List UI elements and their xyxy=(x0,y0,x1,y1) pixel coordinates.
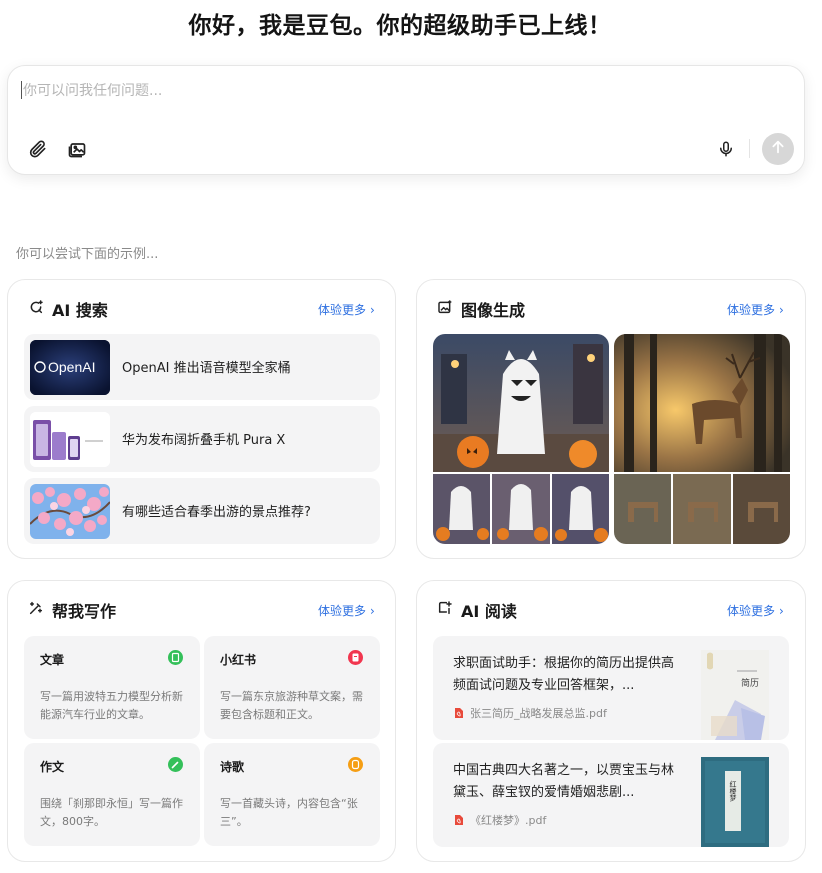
card-ai-search: AI 搜索 体验更多 › OpenAI OpenAI 推出语音模型全家桶 华为发… xyxy=(7,279,396,559)
writing-template-poem[interactable]: 诗歌 写一首藏头诗，内容包含“张三”。 xyxy=(204,743,380,846)
news-title: 有哪些适合春季出游的景点推荐? xyxy=(122,505,311,520)
ai-search-icon xyxy=(28,299,44,319)
list-item[interactable]: OpenAI OpenAI 推出语音模型全家桶 xyxy=(24,334,380,400)
writing-template-xiaohongshu[interactable]: 小红书 写一篇东京旅游种草文案，需要包含标题和正文。 xyxy=(204,636,380,739)
news-title: 华为发布阔折叠手机 Pura X xyxy=(122,433,286,448)
ghost-image-set[interactable] xyxy=(433,334,609,544)
card-header: AI 阅读 xyxy=(437,599,517,621)
card-ai-reading: AI 阅读 体验更多 › 求职面试助手：根据你的简历出提供高频面试问题及专业回答框… xyxy=(416,580,806,862)
card-title: AI 搜索 xyxy=(52,301,108,320)
resume-document-cover: 简历 xyxy=(701,650,769,740)
paperclip-icon[interactable] xyxy=(26,137,50,161)
more-link-label: 体验更多 xyxy=(727,604,776,618)
microphone-icon[interactable] xyxy=(714,137,738,161)
cherry-blossom-thumbnail xyxy=(30,484,110,539)
examples-label: 你可以尝试下面的示例... xyxy=(16,247,159,262)
image-upload-icon[interactable] xyxy=(65,137,89,161)
news-title: OpenAI 推出语音模型全家桶 xyxy=(122,361,291,376)
template-title: 作文 xyxy=(40,760,65,774)
more-link-writing[interactable]: 体验更多 › xyxy=(318,602,375,619)
card-header: 图像生成 xyxy=(437,298,525,320)
text-caret xyxy=(21,81,22,99)
template-title: 小红书 xyxy=(220,653,257,667)
chevron-right-icon: › xyxy=(370,302,375,317)
card-writing: 帮我写作 体验更多 › 文章 写一篇用波特五力模型分析新能源汽车行业的文章。 小红… xyxy=(7,580,396,862)
card-title: 帮我写作 xyxy=(52,602,117,621)
cover-text: 红楼梦 xyxy=(729,780,737,803)
more-link-image[interactable]: 体验更多 › xyxy=(727,301,784,318)
writing-icon xyxy=(28,600,44,620)
template-desc: 写一篇东京旅游种草文案，需要包含标题和正文。 xyxy=(220,690,363,721)
card-header: 帮我写作 xyxy=(28,599,116,621)
page-title: 你好，我是豆包。你的超级助手已上线！ xyxy=(188,13,612,39)
reading-icon xyxy=(437,600,453,620)
chevron-right-icon: › xyxy=(779,302,784,317)
chat-input[interactable]: 你可以问我任何问题... xyxy=(23,80,162,100)
huawei-phone-thumbnail xyxy=(30,412,110,467)
template-title: 文章 xyxy=(40,653,65,667)
chat-composer[interactable]: 你可以问我任何问题... xyxy=(7,65,805,175)
more-link-label: 体验更多 xyxy=(727,303,776,317)
file-attachment: 《红楼梦》.pdf xyxy=(453,812,546,828)
file-name: 《红楼梦》.pdf xyxy=(470,814,547,827)
deer-image-set[interactable] xyxy=(614,334,790,544)
template-desc: 围绕「刹那即永恒」写一篇作文，800字。 xyxy=(40,797,183,828)
writing-template-essay[interactable]: 作文 围绕「刹那即永恒」写一篇作文，800字。 xyxy=(24,743,200,846)
cover-text: 简历 xyxy=(741,677,759,689)
template-desc: 写一篇用波特五力模型分析新能源汽车行业的文章。 xyxy=(40,690,183,721)
reading-question: 求职面试助手：根据你的简历出提供高频面试问题及专业回答框架，... xyxy=(453,656,675,693)
reading-item-resume[interactable]: 求职面试助手：根据你的简历出提供高频面试问题及专业回答框架，... 张三简历_战… xyxy=(433,636,789,740)
file-name: 张三简历_战略发展总监.pdf xyxy=(470,707,607,720)
more-link-label: 体验更多 xyxy=(318,604,367,618)
card-image-generation: 图像生成 体验更多 › xyxy=(416,279,806,559)
note-icon xyxy=(348,650,363,665)
chevron-right-icon: › xyxy=(779,603,784,618)
template-desc: 写一首藏头诗，内容包含“张三”。 xyxy=(220,797,358,828)
pdf-icon xyxy=(453,707,464,719)
more-link-reading[interactable]: 体验更多 › xyxy=(727,602,784,619)
toolbar-divider xyxy=(749,139,750,158)
book-cover: 红楼梦 xyxy=(701,757,769,847)
writing-template-article[interactable]: 文章 写一篇用波特五力模型分析新能源汽车行业的文章。 xyxy=(24,636,200,739)
openai-thumbnail: OpenAI xyxy=(30,340,110,395)
list-item[interactable]: 华为发布阔折叠手机 Pura X xyxy=(24,406,380,472)
openai-logo-text: OpenAI xyxy=(48,359,95,375)
chevron-right-icon: › xyxy=(370,603,375,618)
image-generate-icon xyxy=(437,299,453,319)
card-header: AI 搜索 xyxy=(28,298,108,320)
poem-icon xyxy=(348,757,363,772)
reading-item-hongloumeng[interactable]: 中国古典四大名著之一，以贾宝玉与林黛玉、薛宝钗的爱情婚姻悲剧... 《红楼梦》.… xyxy=(433,743,789,847)
send-arrow-icon xyxy=(770,139,786,159)
document-icon xyxy=(168,650,183,665)
more-link-search[interactable]: 体验更多 › xyxy=(318,301,375,318)
more-link-label: 体验更多 xyxy=(318,303,367,317)
card-title: 图像生成 xyxy=(461,301,526,320)
pencil-icon xyxy=(168,757,183,772)
template-title: 诗歌 xyxy=(220,760,245,774)
card-title: AI 阅读 xyxy=(461,602,517,621)
send-button[interactable] xyxy=(762,133,794,165)
list-item[interactable]: 有哪些适合春季出游的景点推荐? xyxy=(24,478,380,544)
file-attachment: 张三简历_战略发展总监.pdf xyxy=(453,705,607,721)
pdf-icon xyxy=(453,814,464,826)
reading-question: 中国古典四大名著之一，以贾宝玉与林黛玉、薛宝钗的爱情婚姻悲剧... xyxy=(453,763,675,800)
